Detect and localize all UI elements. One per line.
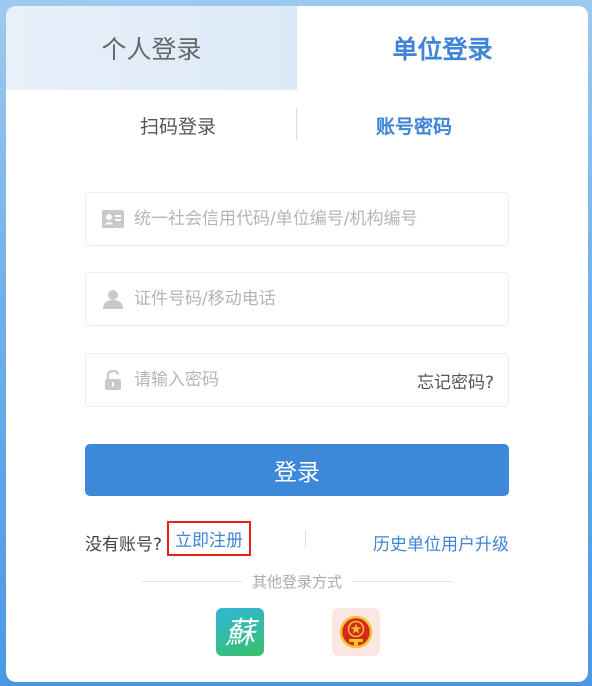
tab-unit-login[interactable]: 单位登录	[297, 6, 588, 90]
forgot-password-link[interactable]: 忘记密码?	[417, 368, 494, 393]
other-login-label: 其他登录方式	[252, 572, 343, 591]
user-icon	[102, 288, 124, 310]
lock-icon	[102, 369, 124, 391]
id-card-icon	[102, 208, 124, 230]
other-login-divider: 其他登录方式	[142, 570, 453, 592]
divider-line-right	[352, 580, 453, 582]
credit-code-field	[85, 192, 509, 246]
login-method-tabs: 扫码登录 账号密码	[6, 90, 588, 182]
tab-personal-login[interactable]: 个人登录	[6, 6, 297, 90]
su-glyph: 蘇	[225, 616, 260, 651]
su-service-icon[interactable]: 蘇	[216, 608, 264, 656]
national-emblem-icon[interactable]	[332, 608, 380, 656]
password-field: 忘记密码?	[85, 353, 509, 407]
credit-code-input[interactable]	[134, 193, 508, 245]
divider-line-left	[142, 580, 242, 582]
login-button[interactable]: 登录	[85, 444, 509, 496]
links-divider	[305, 530, 306, 548]
id-phone-field	[85, 272, 509, 326]
tab-qr-login[interactable]: 扫码登录	[88, 112, 268, 139]
history-unit-upgrade-link[interactable]: 历史单位用户升级	[373, 530, 509, 555]
login-type-tabs: 个人登录 单位登录	[6, 6, 588, 90]
no-account-text: 没有账号?	[85, 535, 163, 555]
password-input[interactable]	[134, 354, 417, 406]
tab-account-password[interactable]: 账号密码	[324, 112, 504, 139]
id-phone-input[interactable]	[134, 273, 508, 325]
sub-tab-divider	[296, 108, 297, 140]
register-link[interactable]: 立即注册	[167, 521, 251, 556]
account-links: 没有账号? 立即注册 历史单位用户升级	[85, 521, 509, 561]
login-card: 个人登录 单位登录 扫码登录 账号密码 统一社会信用代码/单位编号/机构编号 证…	[6, 6, 588, 682]
